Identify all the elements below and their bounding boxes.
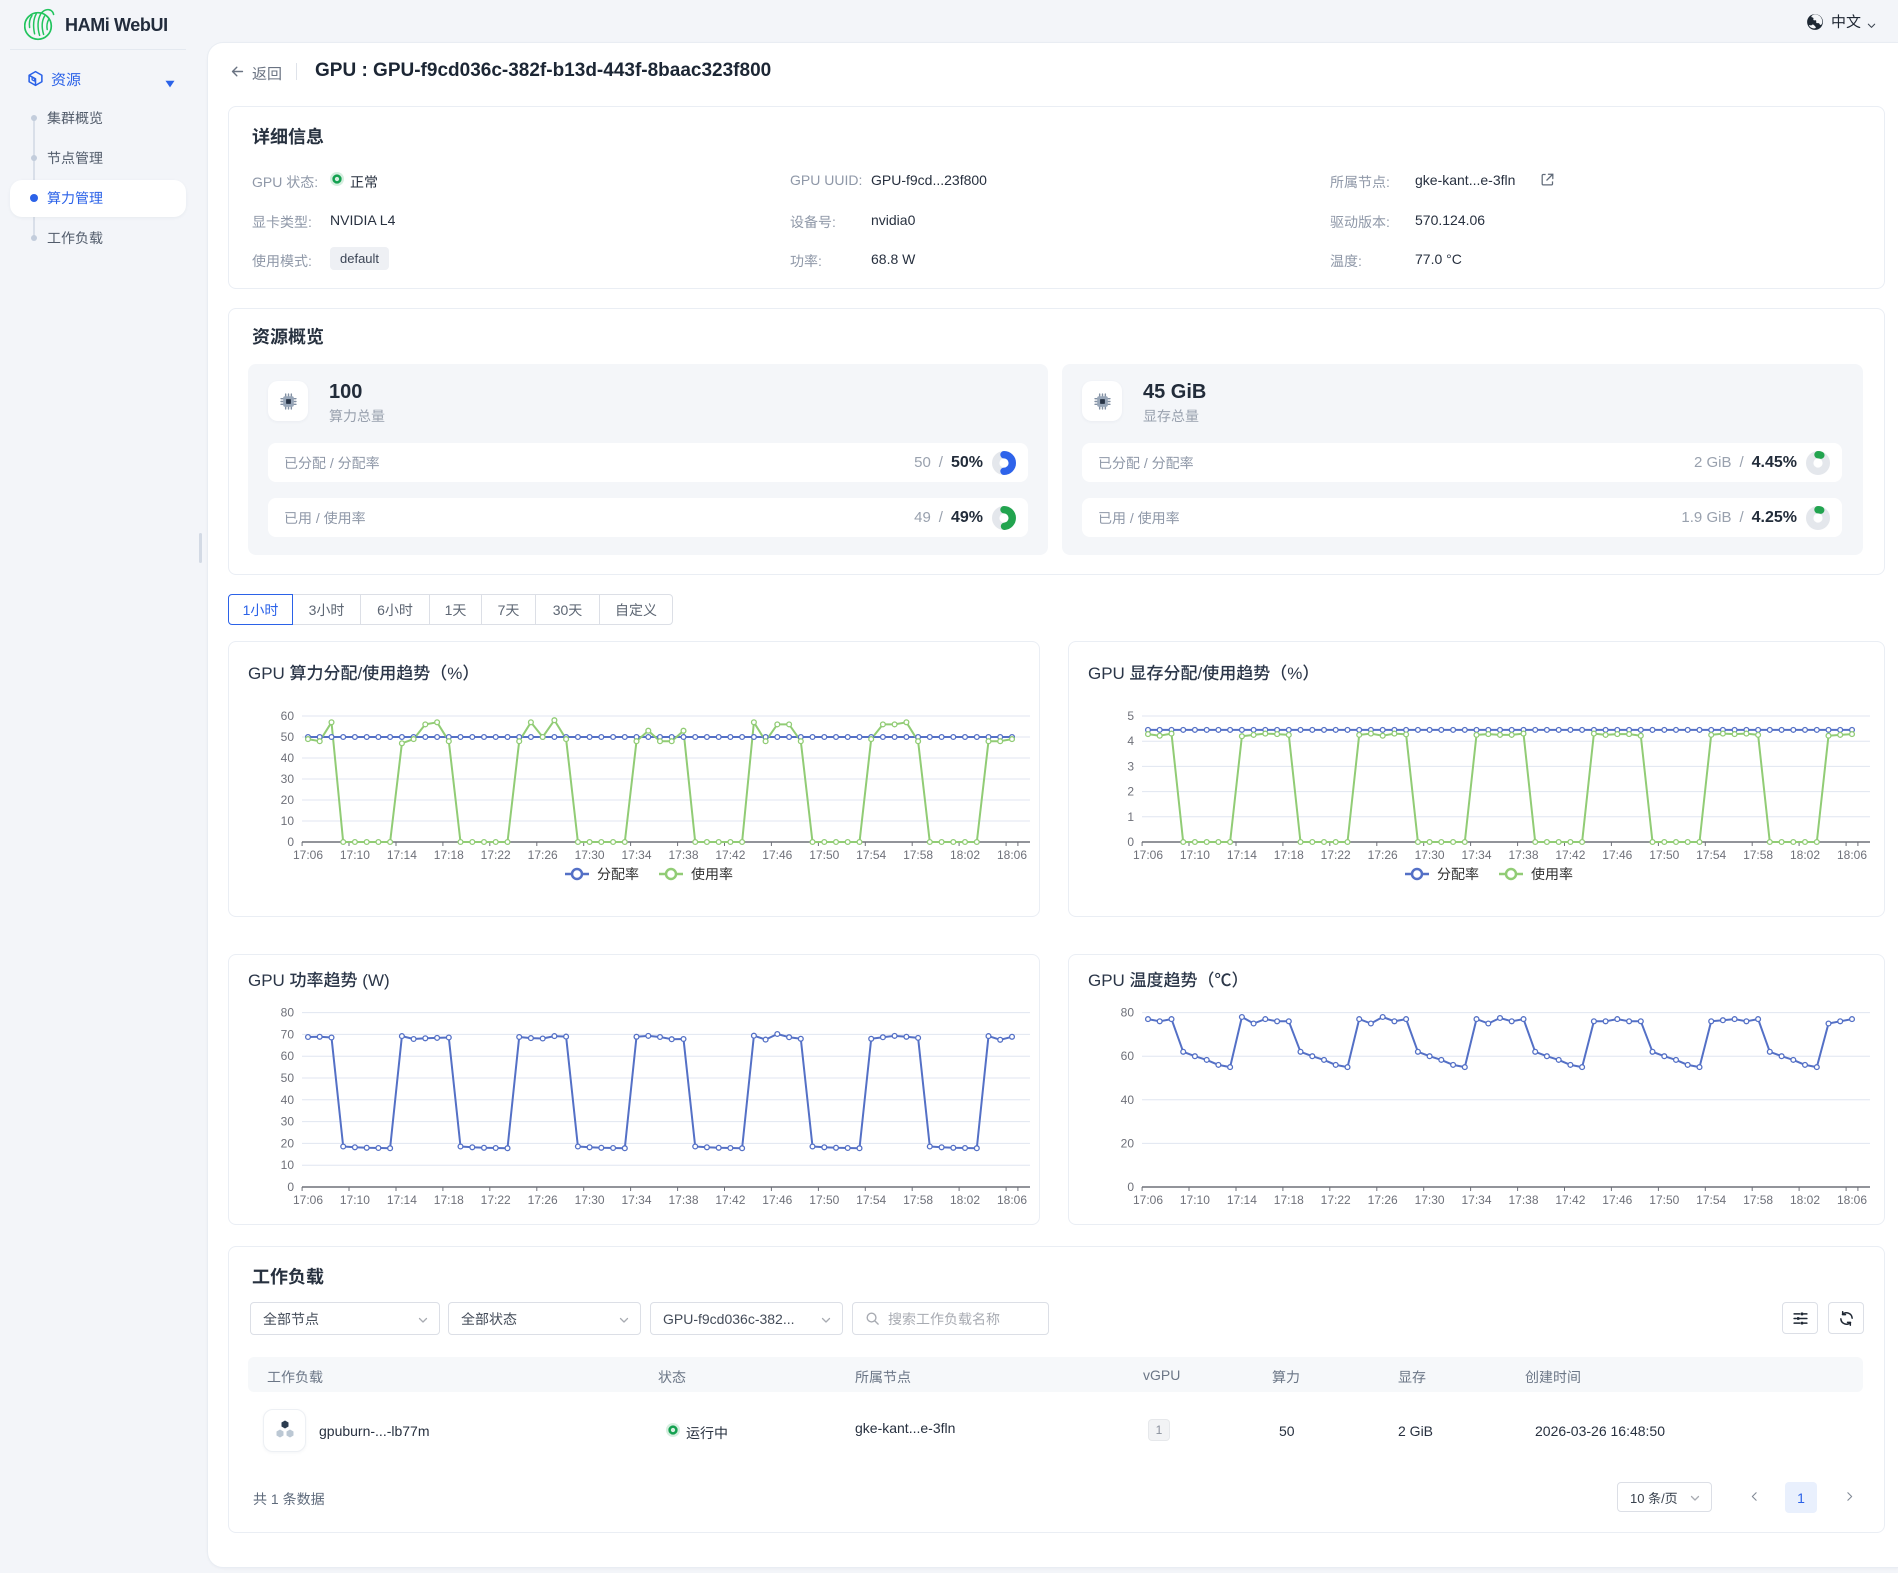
- svg-text:17:38: 17:38: [1508, 1193, 1538, 1207]
- svg-text:60: 60: [281, 1049, 295, 1063]
- svg-text:17:38: 17:38: [668, 848, 698, 862]
- svg-text:17:38: 17:38: [1508, 848, 1538, 862]
- svg-text:17:26: 17:26: [528, 848, 558, 862]
- svg-text:17:18: 17:18: [434, 1193, 464, 1207]
- svg-text:使用率: 使用率: [1531, 866, 1573, 882]
- svg-text:17:46: 17:46: [762, 1193, 792, 1207]
- svg-text:17:18: 17:18: [1274, 1193, 1304, 1207]
- svg-text:17:58: 17:58: [903, 848, 933, 862]
- svg-text:17:54: 17:54: [1696, 848, 1726, 862]
- svg-text:40: 40: [281, 1093, 295, 1107]
- svg-text:0: 0: [287, 1180, 294, 1194]
- svg-text:17:42: 17:42: [715, 848, 745, 862]
- svg-text:17:14: 17:14: [1227, 1193, 1257, 1207]
- svg-text:20: 20: [1121, 1136, 1135, 1150]
- svg-text:17:10: 17:10: [1180, 1193, 1210, 1207]
- svg-text:10: 10: [281, 1158, 295, 1172]
- svg-text:17:30: 17:30: [1415, 848, 1445, 862]
- svg-text:17:34: 17:34: [621, 848, 651, 862]
- svg-text:17:46: 17:46: [1602, 848, 1632, 862]
- svg-text:17:10: 17:10: [1180, 848, 1210, 862]
- svg-text:17:06: 17:06: [1133, 848, 1163, 862]
- svg-text:17:50: 17:50: [809, 1193, 839, 1207]
- svg-text:17:50: 17:50: [1649, 848, 1679, 862]
- svg-text:17:50: 17:50: [1649, 1193, 1679, 1207]
- svg-text:17:06: 17:06: [1133, 1193, 1163, 1207]
- svg-text:80: 80: [1121, 1006, 1135, 1020]
- svg-text:30: 30: [281, 1115, 295, 1129]
- svg-text:17:06: 17:06: [293, 1193, 323, 1207]
- svg-text:使用率: 使用率: [691, 866, 733, 882]
- svg-text:17:50: 17:50: [809, 848, 839, 862]
- svg-text:5: 5: [1127, 709, 1134, 723]
- svg-text:10: 10: [281, 814, 295, 828]
- svg-text:0: 0: [1127, 1180, 1134, 1194]
- svg-text:18:06: 18:06: [1837, 1193, 1867, 1207]
- svg-text:17:10: 17:10: [340, 1193, 370, 1207]
- svg-text:18:02: 18:02: [1790, 848, 1820, 862]
- svg-text:17:30: 17:30: [575, 848, 605, 862]
- svg-text:17:58: 17:58: [1743, 1193, 1773, 1207]
- svg-text:17:42: 17:42: [715, 1193, 745, 1207]
- svg-text:70: 70: [281, 1027, 295, 1041]
- svg-text:60: 60: [1121, 1049, 1135, 1063]
- svg-text:18:06: 18:06: [997, 848, 1027, 862]
- svg-text:17:54: 17:54: [856, 848, 886, 862]
- svg-text:17:38: 17:38: [668, 1193, 698, 1207]
- svg-text:2: 2: [1127, 785, 1134, 799]
- svg-text:17:26: 17:26: [1368, 1193, 1398, 1207]
- svg-text:18:06: 18:06: [997, 1193, 1027, 1207]
- svg-text:17:14: 17:14: [387, 1193, 417, 1207]
- svg-text:17:22: 17:22: [1321, 848, 1351, 862]
- svg-text:17:42: 17:42: [1555, 848, 1585, 862]
- svg-text:50: 50: [281, 1071, 295, 1085]
- svg-text:17:58: 17:58: [1743, 848, 1773, 862]
- svg-text:17:30: 17:30: [575, 1193, 605, 1207]
- svg-text:17:34: 17:34: [1461, 1193, 1491, 1207]
- svg-text:17:54: 17:54: [1696, 1193, 1726, 1207]
- svg-text:4: 4: [1127, 734, 1134, 748]
- svg-text:17:34: 17:34: [621, 1193, 651, 1207]
- svg-text:17:46: 17:46: [1602, 1193, 1632, 1207]
- svg-text:3: 3: [1127, 759, 1134, 773]
- svg-text:17:22: 17:22: [481, 1193, 511, 1207]
- svg-text:17:34: 17:34: [1461, 848, 1491, 862]
- svg-text:17:18: 17:18: [1274, 848, 1304, 862]
- svg-text:60: 60: [281, 709, 295, 723]
- svg-text:17:26: 17:26: [528, 1193, 558, 1207]
- svg-text:17:06: 17:06: [293, 848, 323, 862]
- svg-text:17:14: 17:14: [387, 848, 417, 862]
- svg-text:0: 0: [1127, 835, 1134, 849]
- svg-text:17:22: 17:22: [481, 848, 511, 862]
- svg-text:17:42: 17:42: [1555, 1193, 1585, 1207]
- svg-text:17:26: 17:26: [1368, 848, 1398, 862]
- svg-text:分配率: 分配率: [1437, 866, 1479, 882]
- svg-text:17:46: 17:46: [762, 848, 792, 862]
- svg-text:18:06: 18:06: [1837, 848, 1867, 862]
- svg-text:17:30: 17:30: [1415, 1193, 1445, 1207]
- svg-text:17:10: 17:10: [340, 848, 370, 862]
- svg-text:80: 80: [281, 1006, 295, 1020]
- svg-text:17:18: 17:18: [434, 848, 464, 862]
- svg-text:17:54: 17:54: [856, 1193, 886, 1207]
- svg-text:0: 0: [287, 835, 294, 849]
- svg-text:1: 1: [1127, 810, 1134, 824]
- svg-text:20: 20: [281, 1136, 295, 1150]
- svg-text:分配率: 分配率: [597, 866, 639, 882]
- svg-text:17:58: 17:58: [903, 1193, 933, 1207]
- svg-text:50: 50: [281, 730, 295, 744]
- svg-text:18:02: 18:02: [1790, 1193, 1820, 1207]
- svg-text:18:02: 18:02: [950, 1193, 980, 1207]
- svg-text:17:22: 17:22: [1321, 1193, 1351, 1207]
- svg-text:30: 30: [281, 772, 295, 786]
- svg-text:40: 40: [1121, 1093, 1135, 1107]
- svg-text:40: 40: [281, 751, 295, 765]
- svg-text:17:14: 17:14: [1227, 848, 1257, 862]
- svg-text:20: 20: [281, 793, 295, 807]
- svg-text:18:02: 18:02: [950, 848, 980, 862]
